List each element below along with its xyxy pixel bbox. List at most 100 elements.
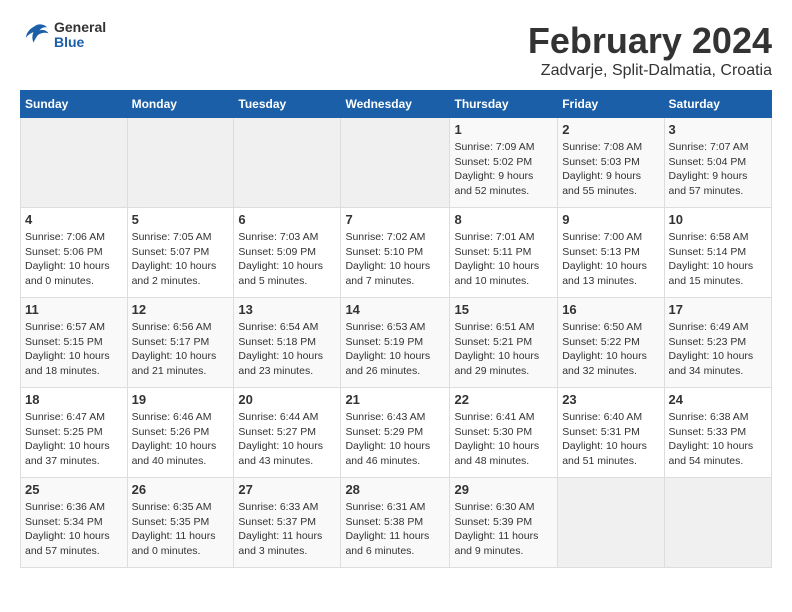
- day-number: 21: [345, 392, 445, 407]
- day-number: 18: [25, 392, 123, 407]
- calendar-cell: [21, 118, 128, 208]
- day-number: 27: [238, 482, 336, 497]
- day-info: Sunrise: 7:09 AM Sunset: 5:02 PM Dayligh…: [454, 140, 553, 199]
- day-info: Sunrise: 6:38 AM Sunset: 5:33 PM Dayligh…: [669, 410, 767, 469]
- calendar-week-row: 11Sunrise: 6:57 AM Sunset: 5:15 PM Dayli…: [21, 298, 772, 388]
- calendar-cell: [341, 118, 450, 208]
- day-info: Sunrise: 6:53 AM Sunset: 5:19 PM Dayligh…: [345, 320, 445, 379]
- day-info: Sunrise: 7:08 AM Sunset: 5:03 PM Dayligh…: [562, 140, 659, 199]
- day-number: 4: [25, 212, 123, 227]
- day-info: Sunrise: 6:58 AM Sunset: 5:14 PM Dayligh…: [669, 230, 767, 289]
- day-info: Sunrise: 6:43 AM Sunset: 5:29 PM Dayligh…: [345, 410, 445, 469]
- calendar-cell: 25 Sunrise: 6:36 AM Sunset: 5:34 PM Dayli…: [21, 478, 128, 568]
- day-number: 20: [238, 392, 336, 407]
- calendar-cell: 16 Sunrise: 6:50 AM Sunset: 5:22 PM Dayli…: [558, 298, 664, 388]
- calendar-cell: 21 Sunrise: 6:43 AM Sunset: 5:29 PM Dayli…: [341, 388, 450, 478]
- day-info: Sunrise: 6:51 AM Sunset: 5:21 PM Dayligh…: [454, 320, 553, 379]
- calendar-week-row: 4 Sunrise: 7:06 AM Sunset: 5:06 PM Daylig…: [21, 208, 772, 298]
- day-number: 14: [345, 302, 445, 317]
- day-info: Sunrise: 6:35 AM Sunset: 5:35 PM Dayligh…: [132, 500, 230, 559]
- day-info: Sunrise: 6:44 AM Sunset: 5:27 PM Dayligh…: [238, 410, 336, 469]
- day-info: Sunrise: 6:40 AM Sunset: 5:31 PM Dayligh…: [562, 410, 659, 469]
- weekday-header: Wednesday: [341, 91, 450, 118]
- day-number: 22: [454, 392, 553, 407]
- day-info: Sunrise: 7:01 AM Sunset: 5:11 PM Dayligh…: [454, 230, 553, 289]
- calendar-cell: 24 Sunrise: 6:38 AM Sunset: 5:33 PM Dayli…: [664, 388, 771, 478]
- day-number: 29: [454, 482, 553, 497]
- location: Zadvarje, Split-Dalmatia, Croatia: [528, 62, 772, 80]
- day-info: Sunrise: 6:36 AM Sunset: 5:34 PM Dayligh…: [25, 500, 123, 559]
- calendar-header: SundayMondayTuesdayWednesdayThursdayFrid…: [21, 91, 772, 118]
- day-number: 6: [238, 212, 336, 227]
- day-number: 23: [562, 392, 659, 407]
- day-info: Sunrise: 7:03 AM Sunset: 5:09 PM Dayligh…: [238, 230, 336, 289]
- day-info: Sunrise: 7:06 AM Sunset: 5:06 PM Dayligh…: [25, 230, 123, 289]
- calendar-cell: 7Sunrise: 7:02 AM Sunset: 5:10 PM Daylig…: [341, 208, 450, 298]
- day-number: 25: [25, 482, 123, 497]
- day-number: 12: [132, 302, 230, 317]
- day-info: Sunrise: 6:46 AM Sunset: 5:26 PM Dayligh…: [132, 410, 230, 469]
- header-row: SundayMondayTuesdayWednesdayThursdayFrid…: [21, 91, 772, 118]
- calendar-cell: 2 Sunrise: 7:08 AM Sunset: 5:03 PM Daylig…: [558, 118, 664, 208]
- day-number: 7: [345, 212, 445, 227]
- day-number: 13: [238, 302, 336, 317]
- weekday-header: Saturday: [664, 91, 771, 118]
- day-info: Sunrise: 6:30 AM Sunset: 5:39 PM Dayligh…: [454, 500, 553, 559]
- weekday-header: Thursday: [450, 91, 558, 118]
- title-area: February 2024 Zadvarje, Split-Dalmatia, …: [528, 20, 772, 80]
- day-number: 16: [562, 302, 659, 317]
- weekday-header: Monday: [127, 91, 234, 118]
- day-number: 24: [669, 392, 767, 407]
- calendar-cell: 12 Sunrise: 6:56 AM Sunset: 5:17 PM Dayli…: [127, 298, 234, 388]
- calendar-cell: 23 Sunrise: 6:40 AM Sunset: 5:31 PM Dayli…: [558, 388, 664, 478]
- day-number: 17: [669, 302, 767, 317]
- calendar-cell: 13 Sunrise: 6:54 AM Sunset: 5:18 PM Dayli…: [234, 298, 341, 388]
- day-info: Sunrise: 6:49 AM Sunset: 5:23 PM Dayligh…: [669, 320, 767, 379]
- logo-blue: Blue: [54, 34, 84, 50]
- logo-general: General: [54, 19, 106, 35]
- calendar-cell: 8 Sunrise: 7:01 AM Sunset: 5:11 PM Daylig…: [450, 208, 558, 298]
- calendar-cell: 26Sunrise: 6:35 AM Sunset: 5:35 PM Dayli…: [127, 478, 234, 568]
- day-number: 3: [669, 122, 767, 137]
- calendar-cell: 17 Sunrise: 6:49 AM Sunset: 5:23 PM Dayli…: [664, 298, 771, 388]
- day-info: Sunrise: 6:47 AM Sunset: 5:25 PM Dayligh…: [25, 410, 123, 469]
- page-header: General Blue February 2024 Zadvarje, Spl…: [20, 20, 772, 80]
- day-number: 5: [132, 212, 230, 227]
- calendar-cell: 29 Sunrise: 6:30 AM Sunset: 5:39 PM Dayli…: [450, 478, 558, 568]
- weekday-header: Friday: [558, 91, 664, 118]
- logo: General Blue: [20, 20, 106, 51]
- logo-bird-icon: [20, 20, 50, 50]
- day-info: Sunrise: 7:00 AM Sunset: 5:13 PM Dayligh…: [562, 230, 659, 289]
- calendar-cell: 1Sunrise: 7:09 AM Sunset: 5:02 PM Daylig…: [450, 118, 558, 208]
- day-number: 19: [132, 392, 230, 407]
- day-number: 2: [562, 122, 659, 137]
- day-number: 8: [454, 212, 553, 227]
- calendar-cell: 6 Sunrise: 7:03 AM Sunset: 5:09 PM Daylig…: [234, 208, 341, 298]
- calendar-cell: 10 Sunrise: 6:58 AM Sunset: 5:14 PM Dayli…: [664, 208, 771, 298]
- calendar-cell: 19 Sunrise: 6:46 AM Sunset: 5:26 PM Dayli…: [127, 388, 234, 478]
- calendar-cell: [664, 478, 771, 568]
- calendar-cell: 27Sunrise: 6:33 AM Sunset: 5:37 PM Dayli…: [234, 478, 341, 568]
- day-info: Sunrise: 6:41 AM Sunset: 5:30 PM Dayligh…: [454, 410, 553, 469]
- day-number: 11: [25, 302, 123, 317]
- calendar-cell: 9 Sunrise: 7:00 AM Sunset: 5:13 PM Daylig…: [558, 208, 664, 298]
- day-info: Sunrise: 7:07 AM Sunset: 5:04 PM Dayligh…: [669, 140, 767, 199]
- calendar-cell: 14 Sunrise: 6:53 AM Sunset: 5:19 PM Dayli…: [341, 298, 450, 388]
- weekday-header: Sunday: [21, 91, 128, 118]
- day-info: Sunrise: 6:54 AM Sunset: 5:18 PM Dayligh…: [238, 320, 336, 379]
- calendar-table: SundayMondayTuesdayWednesdayThursdayFrid…: [20, 90, 772, 568]
- day-info: Sunrise: 6:56 AM Sunset: 5:17 PM Dayligh…: [132, 320, 230, 379]
- month-title: February 2024: [528, 20, 772, 62]
- day-number: 9: [562, 212, 659, 227]
- calendar-cell: 22 Sunrise: 6:41 AM Sunset: 5:30 PM Dayli…: [450, 388, 558, 478]
- calendar-cell: 5Sunrise: 7:05 AM Sunset: 5:07 PM Daylig…: [127, 208, 234, 298]
- calendar-cell: 4 Sunrise: 7:06 AM Sunset: 5:06 PM Daylig…: [21, 208, 128, 298]
- calendar-body: 1Sunrise: 7:09 AM Sunset: 5:02 PM Daylig…: [21, 118, 772, 568]
- calendar-cell: [127, 118, 234, 208]
- calendar-week-row: 1Sunrise: 7:09 AM Sunset: 5:02 PM Daylig…: [21, 118, 772, 208]
- logo-text: General Blue: [54, 20, 106, 51]
- calendar-cell: 20 Sunrise: 6:44 AM Sunset: 5:27 PM Dayli…: [234, 388, 341, 478]
- day-number: 10: [669, 212, 767, 227]
- calendar-cell: [234, 118, 341, 208]
- day-info: Sunrise: 6:50 AM Sunset: 5:22 PM Dayligh…: [562, 320, 659, 379]
